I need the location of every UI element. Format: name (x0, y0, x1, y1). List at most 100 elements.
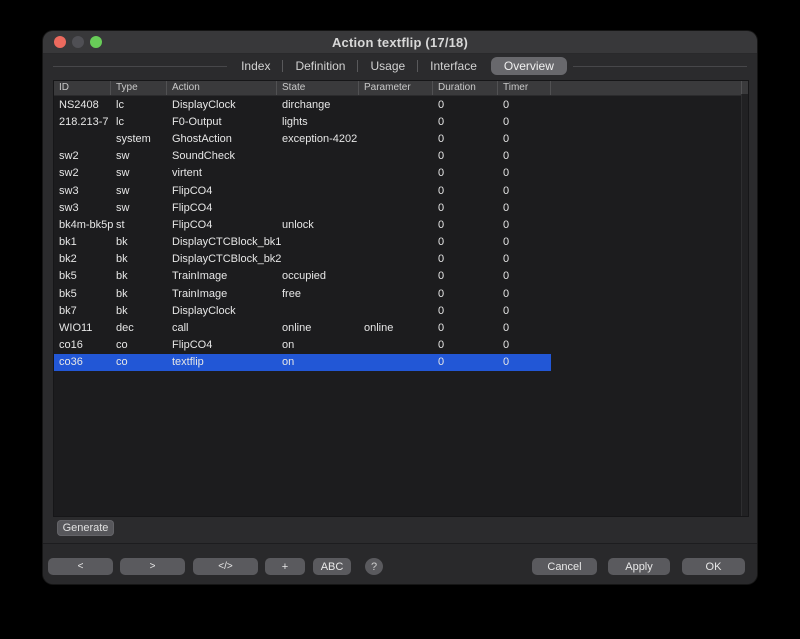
table-cell-type: lc (111, 116, 167, 128)
table-header: IDTypeActionStateParameterDurationTimer (54, 81, 748, 96)
column-header-type[interactable]: Type (111, 81, 167, 95)
column-header-timer[interactable]: Timer (498, 81, 551, 95)
table-cell-type: system (111, 133, 167, 145)
table-cell-action: DisplayCTCBlock_bk1 (167, 236, 277, 248)
table-row[interactable]: sw2swvirtent00 (54, 165, 551, 182)
help-icon[interactable]: ? (365, 558, 383, 575)
table-cell-duration: 0 (433, 99, 498, 111)
table-cell-action: textflip (167, 356, 277, 368)
table-cell-action: GhostAction (167, 133, 277, 145)
table-cell-type: sw (111, 202, 167, 214)
table-row[interactable]: NS2408lcDisplayClockdirchange00 (54, 96, 551, 113)
table-cell-timer: 0 (498, 167, 551, 179)
table-cell-id: bk7 (54, 305, 111, 317)
table-row[interactable]: sw3swFlipCO400 (54, 199, 551, 216)
tab-separator (282, 60, 283, 72)
table-cell-state: on (277, 339, 359, 351)
table-row[interactable]: bk7bkDisplayClock 00 (54, 302, 551, 319)
table-cell-type: bk (111, 270, 167, 282)
previous-button[interactable]: < (48, 558, 113, 575)
table-cell-action: DisplayClock (167, 305, 277, 317)
table-cell-timer: 0 (498, 185, 551, 197)
table-cell-timer: 0 (498, 219, 551, 231)
table-cell-duration: 0 (433, 356, 498, 368)
table-cell-action: F0-Output (167, 116, 277, 128)
tab-index[interactable]: Index (233, 57, 278, 75)
table-row[interactable]: bk1bkDisplayCTCBlock_bk100 (54, 234, 551, 251)
tab-usage[interactable]: Usage (362, 57, 413, 75)
abc-button[interactable]: ABC (313, 558, 351, 575)
table-cell-timer: 0 (498, 339, 551, 351)
table-cell-state: online (277, 322, 359, 334)
table-cell-type: co (111, 356, 167, 368)
table-row[interactable]: bk2bkDisplayCTCBlock_bk200 (54, 251, 551, 268)
column-header-parameter[interactable]: Parameter (359, 81, 433, 95)
table-cell-id: co16 (54, 339, 111, 351)
column-header-state[interactable]: State (277, 81, 359, 95)
table-cell-action: FlipCO4 (167, 219, 277, 231)
table-cell-id: bk5 (54, 270, 111, 282)
table-cell-duration: 0 (433, 253, 498, 265)
table-cell-duration: 0 (433, 185, 498, 197)
tab-definition[interactable]: Definition (287, 57, 353, 75)
table-cell-id: sw2 (54, 150, 111, 162)
table-row[interactable]: bk4m-bk5pstFlipCO4unlock00 (54, 216, 551, 233)
table-cell-timer: 0 (498, 305, 551, 317)
table-cell-id: bk4m-bk5p (54, 219, 111, 231)
table-cell-duration: 0 (433, 150, 498, 162)
apply-button[interactable]: Apply (608, 558, 670, 575)
table-row[interactable]: co36cotextflipon00 (54, 354, 551, 371)
scrollbar-track[interactable] (741, 94, 748, 516)
table-cell-duration: 0 (433, 167, 498, 179)
minimize-window-icon (72, 36, 84, 48)
table-cell-id: sw2 (54, 167, 111, 179)
table-cell-id: 218.213-7 (54, 116, 111, 128)
code-view-button[interactable]: </> (193, 558, 258, 575)
generate-button[interactable]: Generate (57, 520, 114, 536)
table-cell-timer: 0 (498, 150, 551, 162)
tab-separator (417, 60, 418, 72)
table-row[interactable]: co16coFlipCO4on00 (54, 337, 551, 354)
table-cell-type: bk (111, 253, 167, 265)
table-cell-timer: 0 (498, 322, 551, 334)
table-cell-state: exception-4202 (277, 133, 359, 145)
table-body: NS2408lcDisplayClockdirchange00218.213-7… (54, 96, 748, 371)
table-row[interactable]: systemGhostActionexception-420200 (54, 130, 551, 147)
table-cell-timer: 0 (498, 288, 551, 300)
title-bar[interactable]: Action textflip (17/18) (43, 31, 757, 54)
close-window-icon[interactable] (54, 36, 66, 48)
column-header-action[interactable]: Action (167, 81, 277, 95)
table-cell-id: sw3 (54, 185, 111, 197)
window-title: Action textflip (17/18) (332, 35, 468, 50)
table-cell-duration: 0 (433, 116, 498, 128)
table-cell-state: free (277, 288, 359, 300)
table-cell-action: DisplayCTCBlock_bk2 (167, 253, 277, 265)
next-button[interactable]: > (120, 558, 185, 575)
table-cell-action: TrainImage (167, 288, 277, 300)
zoom-window-icon[interactable] (90, 36, 102, 48)
table-cell-action: TrainImage (167, 270, 277, 282)
column-header-filler (551, 81, 742, 95)
table-row[interactable]: bk5bkTrainImageoccupied00 (54, 268, 551, 285)
column-header-id[interactable]: ID (54, 81, 111, 95)
add-button[interactable]: + (265, 558, 305, 575)
tab-interface[interactable]: Interface (422, 57, 485, 75)
table-cell-type: st (111, 219, 167, 231)
table-cell-id: bk5 (54, 288, 111, 300)
table-cell-duration: 0 (433, 305, 498, 317)
table-row[interactable]: sw3swFlipCO400 (54, 182, 551, 199)
ok-button[interactable]: OK (682, 558, 745, 575)
table-cell-id: bk1 (54, 236, 111, 248)
table-row[interactable]: 218.213-7lcF0-Outputlights00 (54, 113, 551, 130)
table-cell-timer: 0 (498, 270, 551, 282)
table-cell-type: bk (111, 305, 167, 317)
table-row[interactable]: sw2swSoundCheck00 (54, 148, 551, 165)
table-cell-type: lc (111, 99, 167, 111)
traffic-lights (54, 36, 102, 48)
table-row[interactable]: bk5bkTrainImagefree00 (54, 285, 551, 302)
cancel-button[interactable]: Cancel (532, 558, 597, 575)
tab-overview[interactable]: Overview (491, 57, 567, 75)
table-cell-state: on (277, 356, 359, 368)
table-row[interactable]: WIO11deccallonlineonline00 (54, 319, 551, 336)
column-header-duration[interactable]: Duration (433, 81, 498, 95)
